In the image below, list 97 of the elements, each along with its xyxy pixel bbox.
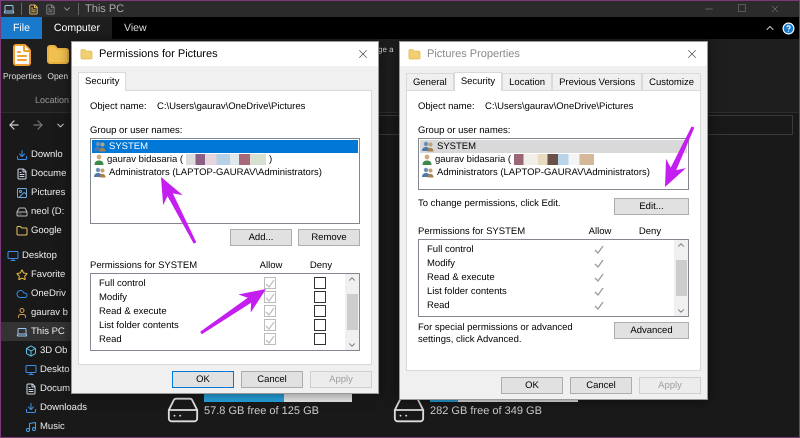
- ribbon-group-label: Location: [34, 95, 70, 105]
- permission-name: Read: [427, 300, 451, 310]
- dialog-button[interactable]: Cancel: [570, 376, 632, 394]
- document-icon: [16, 168, 28, 180]
- desktop-icon: [25, 364, 37, 376]
- annotation-arrow: [665, 126, 694, 187]
- drive-icon: [16, 206, 28, 218]
- picture-icon: [16, 186, 28, 198]
- ribbon-tab[interactable]: View: [112, 17, 159, 39]
- tab[interactable]: General: [406, 73, 454, 90]
- download-icon: [16, 148, 28, 160]
- permissions-label: Permissions for SYSTEM: [90, 260, 198, 271]
- users-icon: [94, 167, 106, 178]
- tab[interactable]: Customize: [642, 73, 701, 90]
- help-icon[interactable]: [782, 22, 795, 34]
- permission-name: List folder contents: [427, 286, 508, 296]
- music-icon: [25, 420, 37, 432]
- document-icon[interactable]: [28, 4, 39, 14]
- permission-name: Modify: [99, 292, 128, 302]
- advanced-button[interactable]: Advanced: [614, 322, 689, 339]
- tab[interactable]: Previous Versions: [552, 73, 642, 90]
- object-name-label: Object name:: [90, 101, 148, 112]
- ribbon-button[interactable]: Open: [46, 43, 70, 95]
- maximize-icon[interactable]: [737, 3, 747, 13]
- group-label: Group or user names:: [418, 125, 512, 136]
- permission-name: Full control: [427, 244, 474, 254]
- sidebar-item[interactable]: Pictures: [1, 183, 121, 202]
- advanced-hint: For special permissions or advanced settings, click Advanced.: [418, 322, 574, 346]
- tab[interactable]: Location: [502, 73, 552, 90]
- tab[interactable]: Security: [78, 72, 126, 91]
- user-list-item[interactable]: Administrators (LAPTOP-GAURAV\Administrators): [420, 166, 687, 179]
- user-icon: [422, 154, 432, 165]
- forward-icon[interactable]: [31, 118, 45, 132]
- sidebar-item[interactable]: neol (D:: [1, 202, 121, 221]
- folder-icon: [408, 48, 421, 60]
- allow-header: Allow: [588, 226, 612, 237]
- dialog-button[interactable]: Remove: [298, 229, 360, 246]
- ribbon-button[interactable]: Properties: [3, 43, 42, 95]
- desktop-icon: [7, 250, 19, 262]
- tab[interactable]: Security: [454, 72, 502, 91]
- sidebar-item[interactable]: Google: [1, 221, 121, 240]
- folder-icon: [16, 224, 28, 236]
- permission-name: Full control: [99, 278, 146, 288]
- pc-icon[interactable]: [3, 3, 15, 15]
- user-list-item[interactable]: SYSTEM: [420, 140, 687, 153]
- users-icon: [422, 141, 434, 152]
- drive-free-space: 57.8 GB free of 125 GB: [204, 405, 320, 417]
- back-icon[interactable]: [7, 118, 21, 132]
- download-icon: [25, 402, 37, 414]
- cube-icon: [25, 344, 37, 356]
- allow-header: Allow: [258, 260, 284, 271]
- permission-name: Read & execute: [99, 306, 168, 316]
- document-icon[interactable]: [45, 4, 56, 14]
- object-name-value: C:\Users\gaurav\OneDrive\Pictures: [485, 101, 634, 112]
- cloud-icon: [16, 288, 28, 300]
- permission-name: Read & execute: [427, 272, 496, 282]
- annotation-arrow: [161, 177, 196, 244]
- user-icon: [94, 154, 104, 165]
- dialog-button[interactable]: OK: [172, 370, 234, 388]
- scrollbar[interactable]: [345, 274, 359, 350]
- dialog-title: Permissions for Pictures: [99, 48, 218, 60]
- users-icon: [94, 141, 106, 152]
- permissions-label: Permissions for SYSTEM: [418, 226, 526, 237]
- deny-header: Deny: [308, 260, 334, 271]
- edit-button[interactable]: Edit...: [614, 198, 689, 215]
- document-icon: [25, 382, 37, 394]
- object-name-value: C:\Users\gaurav\OneDrive\Pictures: [157, 101, 306, 112]
- drive-free-space: 282 GB free of 349 GB: [430, 405, 543, 417]
- permission-name: Modify: [427, 258, 456, 268]
- ribbon-tab[interactable]: File: [1, 17, 42, 39]
- folder-icon: [46, 43, 70, 67]
- user-list-item[interactable]: gaurav bidasaria (: [420, 153, 687, 166]
- pc-icon: [16, 326, 28, 338]
- group-label: Group or user names:: [90, 125, 184, 136]
- user-icon: [16, 306, 28, 318]
- dialog-button[interactable]: Add...: [230, 229, 292, 246]
- dialog-button[interactable]: Cancel: [241, 370, 303, 388]
- sidebar-item[interactable]: Music: [1, 417, 121, 436]
- dialog-title: Pictures Properties: [427, 48, 520, 60]
- folder-icon: [80, 48, 93, 60]
- scrollbar[interactable]: [674, 240, 688, 316]
- dialog-button[interactable]: OK: [501, 376, 563, 394]
- ribbon-tab[interactable]: Computer: [42, 17, 112, 39]
- user-list-item[interactable]: Administrators (LAPTOP-GAURAV\Administrators): [92, 166, 358, 179]
- window-title: This PC: [85, 3, 124, 15]
- deny-header: Deny: [638, 226, 662, 237]
- star-icon: [16, 268, 28, 280]
- user-list-item[interactable]: SYSTEM: [92, 140, 358, 153]
- sidebar-item[interactable]: Downloads: [1, 398, 121, 417]
- annotation-arrow: [200, 289, 266, 334]
- edit-hint: To change permissions, click Edit.: [418, 198, 561, 209]
- users-icon: [422, 167, 434, 178]
- sidebar-item[interactable]: Docum: [1, 379, 121, 398]
- object-name-label: Object name:: [418, 101, 476, 112]
- sidebar-item[interactable]: Deskto: [1, 360, 121, 379]
- user-list-item[interactable]: gaurav bidasaria ( ): [92, 153, 358, 166]
- close-icon[interactable]: [769, 3, 781, 15]
